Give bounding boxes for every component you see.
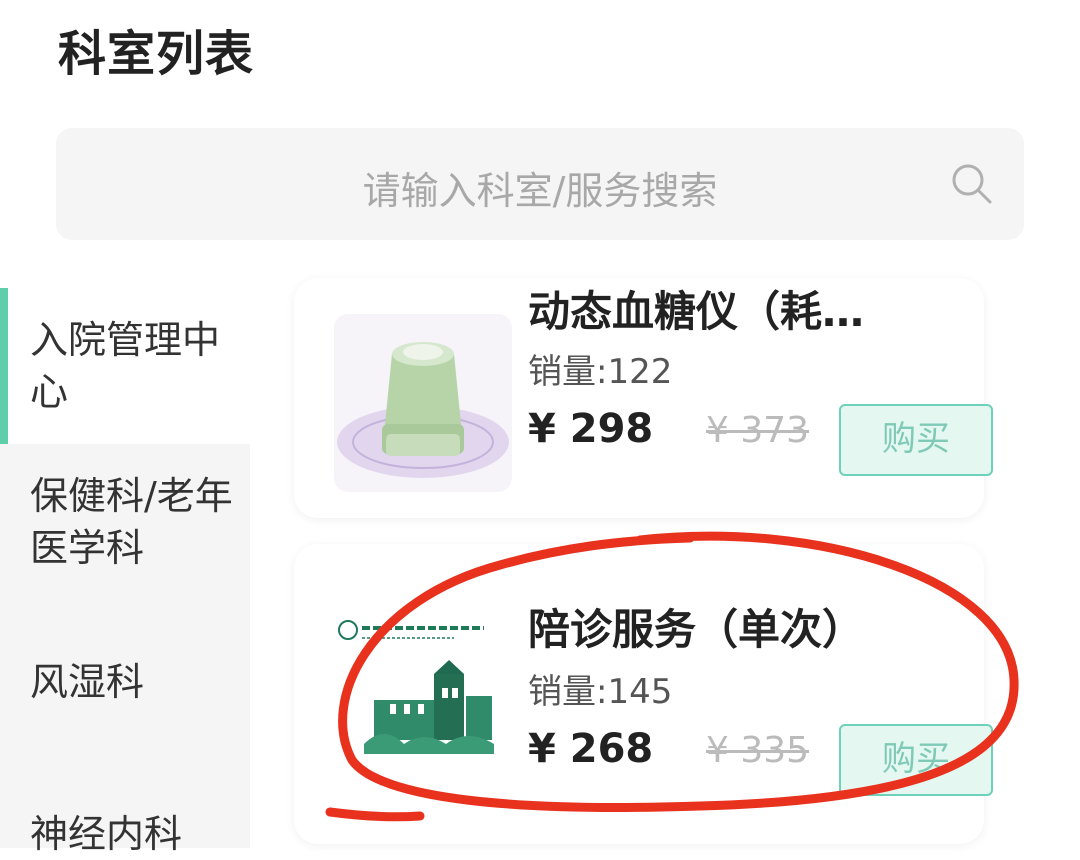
department-sidebar: 入院管理中心 保健科/老年医学科 风湿科 神经内科 xyxy=(0,288,250,856)
sidebar-item-rheumatology[interactable]: 风湿科 xyxy=(0,656,250,708)
buy-button[interactable]: 购买 xyxy=(839,404,993,476)
product-sales: 销量:122 xyxy=(528,352,673,392)
product-price: ¥ 298 xyxy=(528,406,654,452)
sidebar-item-label: 神经内科 xyxy=(30,812,183,856)
sidebar-item-label: 风湿科 xyxy=(30,660,145,704)
sidebar-item-neurology[interactable]: 神经内科 xyxy=(0,808,250,860)
search-icon[interactable] xyxy=(948,160,996,208)
product-price: ¥ 268 xyxy=(528,726,654,772)
sidebar-item-label: 保健科/老年医学科 xyxy=(30,474,233,570)
product-original-price: ¥ 335 xyxy=(706,730,810,771)
product-image-hospital xyxy=(334,604,512,782)
search-bar[interactable]: 请输入科室/服务搜索 xyxy=(56,128,1024,240)
buy-button[interactable]: 购买 xyxy=(839,724,993,796)
sidebar-item-geriatrics[interactable]: 保健科/老年医学科 xyxy=(0,470,250,574)
product-title: 动态血糖仪（耗… xyxy=(528,287,865,336)
sidebar-item-admission[interactable]: 入院管理中心 xyxy=(0,288,250,444)
product-list: 动态血糖仪（耗… 销量:122 ¥ 298 ¥ 373 购买 陪诊服务（单次） … xyxy=(250,278,1080,848)
product-title: 陪诊服务（单次） xyxy=(528,605,865,654)
product-image-glucose-meter xyxy=(334,314,512,492)
search-input[interactable]: 请输入科室/服务搜索 xyxy=(56,160,1024,215)
hospital-building-icon xyxy=(334,604,512,782)
product-sales: 销量:145 xyxy=(528,672,673,712)
product-original-price: ¥ 373 xyxy=(706,410,810,451)
page-title: 科室列表 xyxy=(58,26,255,82)
sidebar-item-label: 入院管理中心 xyxy=(30,318,221,414)
glucose-meter-icon xyxy=(334,314,512,492)
product-card[interactable]: 陪诊服务（单次） 销量:145 ¥ 268 ¥ 335 购买 xyxy=(294,544,993,844)
product-card[interactable]: 动态血糖仪（耗… 销量:122 ¥ 298 ¥ 373 购买 xyxy=(294,278,993,518)
